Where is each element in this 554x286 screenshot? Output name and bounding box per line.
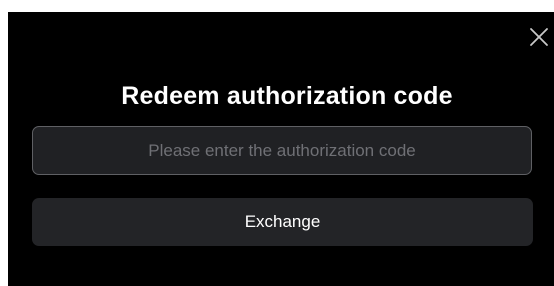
exchange-button[interactable]: Exchange — [32, 198, 533, 246]
close-icon — [530, 28, 548, 46]
dialog-title: Redeem authorization code — [121, 82, 453, 110]
redeem-dialog: Redeem authorization code Exchange — [8, 12, 554, 286]
close-button[interactable] — [528, 26, 550, 48]
authorization-code-input[interactable] — [32, 126, 532, 175]
